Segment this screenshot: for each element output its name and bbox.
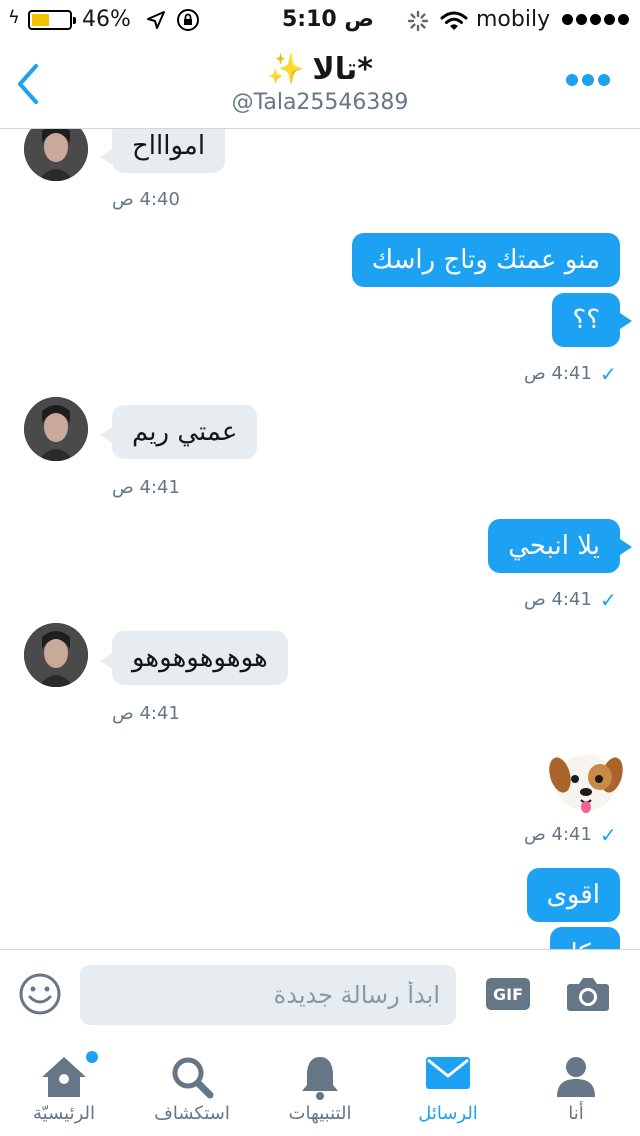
message-timestamp: 4:41 ص — [524, 363, 592, 384]
tab-me[interactable]: أنا — [512, 1041, 640, 1136]
envelope-icon — [426, 1057, 470, 1089]
message-bubble-incoming[interactable]: عمتي ريم — [112, 405, 258, 459]
signal-strength-icon — [562, 14, 629, 25]
message-timestamp: 4:41 ص — [524, 824, 592, 845]
message-bubble-outgoing[interactable]: اقوى — [526, 868, 620, 922]
gif-button[interactable]: GIF — [486, 978, 530, 1010]
rotation-lock-icon — [177, 9, 199, 31]
tab-home[interactable]: الرئيسيّة — [0, 1041, 128, 1136]
contact-name: تالا* — [312, 52, 373, 87]
contact-avatar[interactable] — [24, 129, 88, 181]
tab-label: التنبيهات — [288, 1103, 352, 1124]
sent-check-icon: ✓ — [600, 362, 617, 386]
sparkles-icon: ✨ — [267, 52, 305, 87]
message-timestamp: 4:41 ص — [112, 477, 180, 498]
message-timestamp: 4:41 ص — [112, 703, 180, 724]
message-timestamp: 4:41 ص — [524, 589, 592, 610]
carrier-name: mobily — [476, 7, 551, 32]
contact-handle: @Tala25546389 — [231, 90, 409, 115]
message-bubble-incoming[interactable]: امواااح — [112, 129, 226, 173]
sent-check-icon: ✓ — [600, 588, 617, 612]
message-bubble-outgoing[interactable]: ؟؟ — [552, 293, 620, 347]
status-time: 5:10 ص — [282, 7, 374, 32]
battery-level — [32, 14, 49, 26]
battery-percent: 46% — [82, 7, 131, 32]
message-composer: GIF — [0, 949, 640, 1042]
profile-icon — [557, 1057, 595, 1097]
wifi-icon — [440, 11, 468, 30]
message-input[interactable] — [80, 965, 456, 1025]
bell-icon — [302, 1057, 338, 1100]
message-bubble-outgoing[interactable]: يلا انبحي — [488, 519, 620, 573]
location-arrow-icon — [147, 11, 165, 29]
message-bubble-outgoing[interactable]: منو عمتك وتاج راسك — [351, 233, 620, 287]
tab-label: استكشاف — [154, 1103, 230, 1124]
message-bubble-outgoing[interactable]: بكا — [550, 927, 620, 949]
emoji-picker-button[interactable] — [18, 972, 62, 1016]
home-icon — [42, 1057, 86, 1097]
notification-dot — [84, 1049, 100, 1065]
tab-explore[interactable]: استكشاف — [128, 1041, 256, 1136]
tab-notifications[interactable]: التنبيهات — [256, 1041, 384, 1136]
tab-label: أنا — [568, 1103, 584, 1124]
activity-spinner-icon — [407, 10, 429, 32]
message-timestamp: 4:40 ص — [112, 189, 180, 210]
status-bar: ϟ 46% 5:10 ص mobily — [0, 0, 640, 40]
dog-face-emoji[interactable] — [548, 747, 624, 817]
charging-icon: ϟ — [8, 7, 20, 28]
contact-avatar[interactable] — [24, 623, 88, 687]
message-list[interactable]: امواااح 4:40 ص منو عمتك وتاج راسك ؟؟ ✓ 4… — [0, 129, 640, 949]
battery-icon — [28, 10, 76, 30]
search-icon — [172, 1057, 214, 1099]
message-bubble-incoming[interactable]: هوهوهوهوهو — [112, 631, 288, 685]
tab-bar: الرئيسيّة استكشاف التنبيهات الرسائل أنا — [0, 1041, 640, 1136]
tab-messages[interactable]: الرسائل — [384, 1041, 512, 1136]
camera-button[interactable] — [566, 976, 610, 1012]
conversation-title: ✨ تالا* — [0, 50, 640, 90]
sent-check-icon: ✓ — [600, 823, 617, 847]
contact-avatar[interactable] — [24, 397, 88, 461]
more-options-button[interactable] — [566, 74, 610, 86]
tab-label: الرسائل — [418, 1103, 478, 1124]
tab-label: الرئيسيّة — [33, 1103, 95, 1124]
conversation-header: ✨ تالا* @Tala25546389 — [0, 40, 640, 129]
